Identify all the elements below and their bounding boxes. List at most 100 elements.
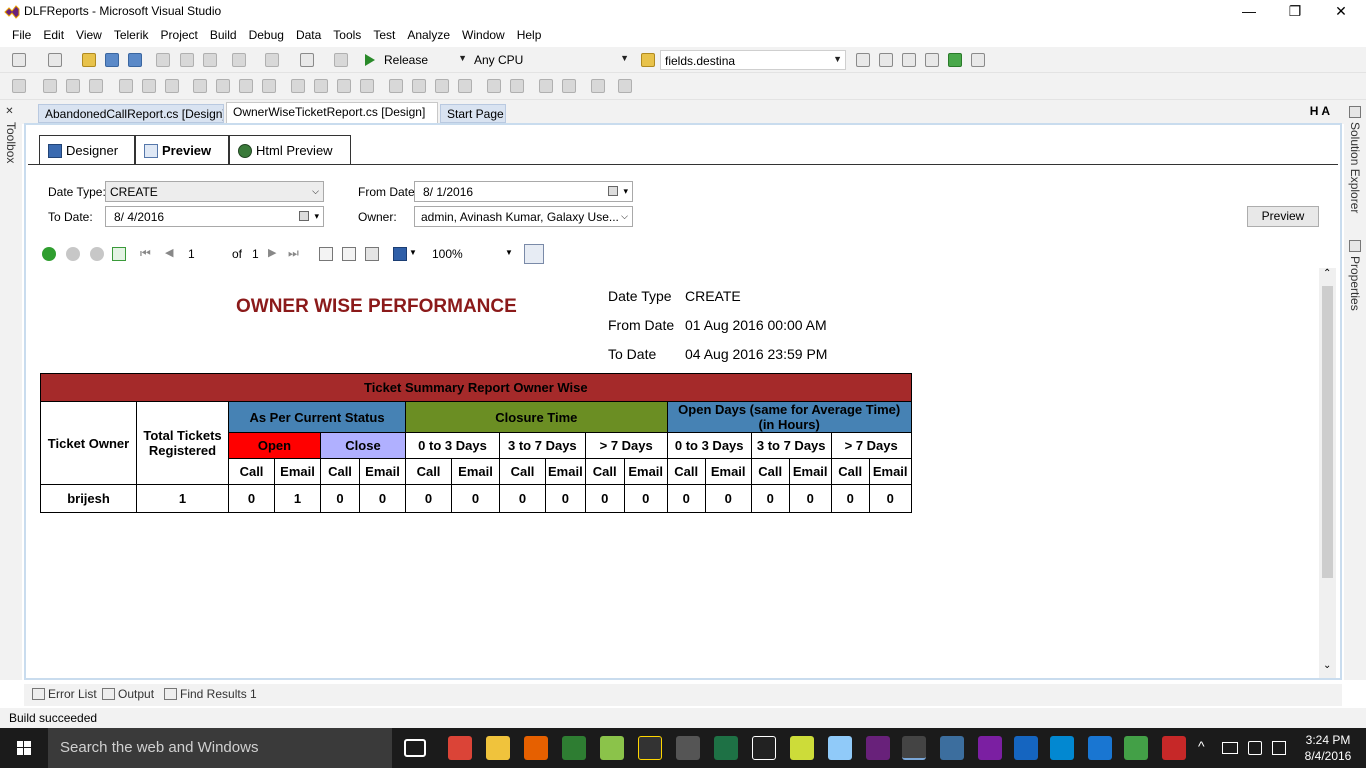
menu-data[interactable]: Data [290,24,327,46]
window-layout-icon[interactable] [971,53,985,67]
date-type-select[interactable]: CREATE ⌵ [105,181,324,202]
tab-preview[interactable]: Preview [135,135,229,165]
app-icon[interactable] [828,736,852,760]
excel-icon[interactable] [714,736,738,760]
horizontal-spacing-icon[interactable] [291,79,305,93]
lock-controls-icon[interactable] [618,79,632,93]
scroll-up-icon[interactable]: ⌃ [1323,268,1331,279]
sg-app-icon[interactable] [600,736,624,760]
tab-output[interactable]: Output [100,687,154,701]
task-view-icon[interactable] [404,739,426,757]
open-file-icon[interactable] [82,53,96,67]
increase-v-spacing-icon[interactable] [412,79,426,93]
tab-start-page[interactable]: Start Page [440,104,506,123]
refresh-icon[interactable] [112,247,126,261]
menu-analyze[interactable]: Analyze [401,24,456,46]
remove-h-spacing-icon[interactable] [360,79,374,93]
properties-tab[interactable]: Properties [1348,256,1362,311]
sql-icon[interactable] [940,736,964,760]
print-icon[interactable] [365,247,379,261]
make-same-size-icon[interactable] [239,79,253,93]
align-tops-icon[interactable] [119,79,133,93]
globe-app-icon[interactable] [562,736,586,760]
menu-tools[interactable]: Tools [327,24,367,46]
next-page-icon[interactable]: ▶ [268,246,276,259]
solution-explorer-tab[interactable]: Solution Explorer [1348,122,1362,213]
save-icon[interactable] [105,53,119,67]
tools-icon[interactable] [925,53,939,67]
make-same-width-icon[interactable] [193,79,207,93]
new-project-icon[interactable] [12,53,26,67]
report-scrollbar[interactable]: ⌃ ⌄ [1319,268,1336,678]
configuration-combo[interactable]: Release ▼ [380,50,470,70]
object-browser-icon[interactable] [902,53,916,67]
tab-owner-wise-ticket-report[interactable]: OwnerWiseTicketReport.cs [Design] [226,102,438,124]
undo-icon[interactable] [232,53,246,67]
taskbar-clock[interactable]: 3:24 PM 8/4/2016 [1296,732,1360,764]
decrease-h-spacing-icon[interactable] [337,79,351,93]
visual-studio-icon[interactable] [866,736,890,760]
add-item-icon[interactable] [48,53,62,67]
preview-button[interactable]: Preview [1247,206,1319,227]
cut-icon[interactable] [156,53,170,67]
chevron-up-icon[interactable]: ^ [1198,738,1205,754]
pin-icon[interactable]: ✕ [4,106,15,117]
paste-icon[interactable] [203,53,217,67]
winrar-icon[interactable] [978,736,1002,760]
tab-abandoned-call-report[interactable]: AbandonedCallReport.cs [Design] [38,104,224,123]
stop-icon[interactable] [90,247,104,261]
firefox-icon[interactable] [524,736,548,760]
network-tool-icon[interactable] [676,736,700,760]
network-icon[interactable] [1222,742,1238,754]
owner-select[interactable]: admin, Avinash Kumar, Galaxy Use... ⌵ [414,206,633,227]
keyboard-icon[interactable] [1272,741,1286,755]
minimize-button[interactable]: — [1226,0,1272,24]
to-date-picker[interactable]: 8/ 4/2016 ▾ [105,206,324,227]
menu-help[interactable]: Help [511,24,548,46]
toolbox-tab[interactable]: Toolbox [4,122,18,163]
remove-v-spacing-icon[interactable] [458,79,472,93]
taskbar-search-input[interactable]: Search the web and Windows [48,728,392,768]
size-to-grid-icon[interactable] [262,79,276,93]
decrease-v-spacing-icon[interactable] [435,79,449,93]
tab-find-results[interactable]: Find Results 1 [162,687,257,701]
copy-icon[interactable] [180,53,194,67]
windows-start-icon[interactable] [0,728,48,768]
menu-telerik[interactable]: Telerik [108,24,155,46]
align-middles-icon[interactable] [142,79,156,93]
navigate-forward-icon[interactable] [334,53,348,67]
find-combo[interactable]: fields.destina ▼ [660,50,846,70]
properties-icon[interactable] [879,53,893,67]
file-explorer-icon[interactable] [486,736,510,760]
send-to-back-icon[interactable] [562,79,576,93]
align-bottoms-icon[interactable] [165,79,179,93]
visual-studio-active-icon[interactable] [902,736,926,760]
align-centers-icon[interactable] [66,79,80,93]
print-preview-icon[interactable] [342,247,356,261]
document-map-icon[interactable] [319,247,333,261]
solution-explorer-icon[interactable] [856,53,870,67]
scroll-down-icon[interactable]: ⌄ [1323,660,1331,671]
center-vertically-icon[interactable] [510,79,524,93]
restore-button[interactable]: ❐ [1272,0,1318,24]
remote-desktop-icon[interactable] [1014,736,1038,760]
scrollbar-thumb[interactable] [1322,286,1333,578]
align-rights-icon[interactable] [89,79,103,93]
redo-icon[interactable] [265,53,279,67]
menu-file[interactable]: File [6,24,37,46]
tab-error-list[interactable]: Error List [30,687,97,701]
chevron-down-icon[interactable]: ▼ [505,248,513,257]
adia-icon[interactable] [1162,736,1186,760]
increase-h-spacing-icon[interactable] [314,79,328,93]
export-icon[interactable] [393,247,407,261]
notepad-icon[interactable] [790,736,814,760]
start-debugging-icon[interactable] [364,53,376,67]
tool-app-icon[interactable] [638,736,662,760]
center-horizontally-icon[interactable] [487,79,501,93]
navigate-icon[interactable] [300,53,314,67]
make-same-height-icon[interactable] [216,79,230,93]
save-all-icon[interactable] [128,53,142,67]
current-page[interactable]: 1 [188,247,195,261]
menu-build[interactable]: Build [204,24,243,46]
extension-icon[interactable] [948,53,962,67]
